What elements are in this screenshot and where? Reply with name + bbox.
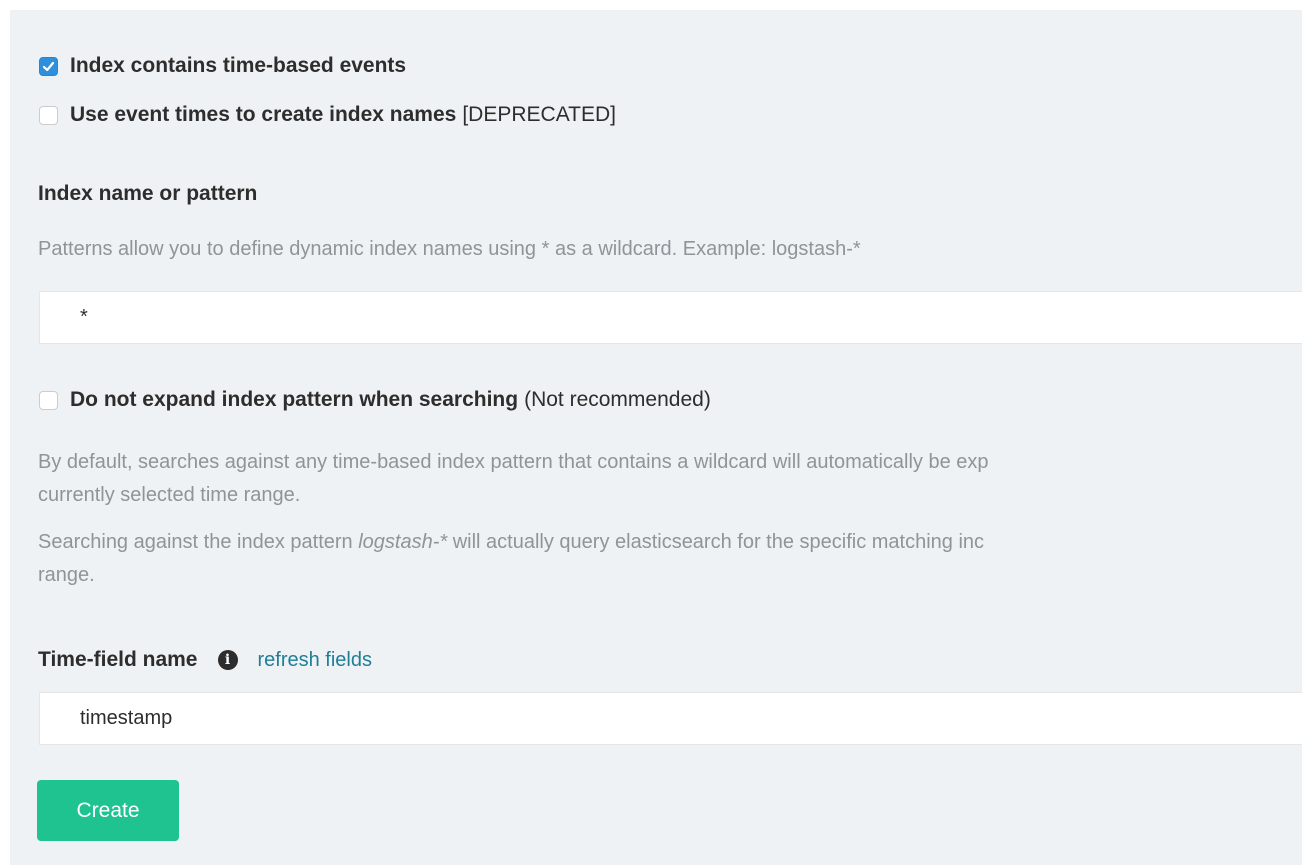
refresh-fields-link[interactable]: refresh fields (258, 649, 373, 672)
time-field-label: Time-field name (38, 648, 198, 671)
index-pattern-form: Index contains time-based events Use eve… (10, 10, 1302, 865)
expand-help-1-line-1: By default, searches against any time-ba… (38, 451, 989, 473)
info-icon[interactable]: i (217, 650, 238, 670)
event-times-checkbox[interactable] (39, 105, 58, 125)
checkmark-icon (42, 61, 55, 71)
time-based-checkbox[interactable] (39, 56, 58, 76)
no-expand-checkbox[interactable] (39, 390, 58, 410)
expand-help-2-example: logstash-* (358, 531, 448, 553)
time-field-value: timestamp (80, 707, 173, 729)
expand-help-2-line-1: Searching against the index pattern logs… (38, 526, 984, 559)
index-pattern-help: Patterns allow you to define dynamic ind… (38, 238, 861, 260)
create-button[interactable]: Create (37, 780, 179, 841)
index-pattern-heading: Index name or pattern (38, 182, 258, 205)
index-pattern-value: * (80, 306, 88, 328)
expand-help-2-post: will actually query elasticsearch for th… (447, 531, 985, 553)
no-expand-option[interactable]: Do not expand index pattern when searchi… (39, 388, 711, 412)
expand-help-2-pre: Searching against the index pattern (38, 531, 359, 553)
time-field-select[interactable]: timestamp (39, 692, 1302, 745)
event-times-option[interactable]: Use event times to create index names [D… (39, 103, 616, 127)
event-times-label: Use event times to create index names (70, 103, 457, 126)
deprecated-tag: [DEPRECATED] (462, 103, 616, 126)
time-based-option[interactable]: Index contains time-based events (39, 54, 406, 78)
index-pattern-input[interactable]: * (39, 291, 1302, 344)
expand-help-1-line-2: currently selected time range. (38, 484, 301, 506)
expand-help-2-line-2: range. (38, 564, 95, 586)
not-recommended-tag: (Not recommended) (524, 388, 711, 411)
no-expand-label: Do not expand index pattern when searchi… (70, 388, 519, 411)
time-based-label: Index contains time-based events (70, 54, 407, 77)
time-field-header: Time-field name i refresh fields (38, 648, 372, 672)
